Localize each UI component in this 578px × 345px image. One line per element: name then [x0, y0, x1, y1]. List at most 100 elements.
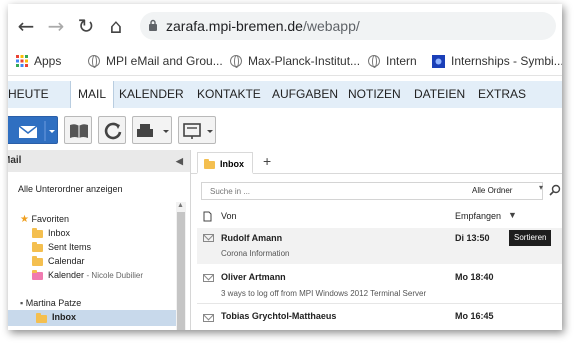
reload-icon[interactable]: ↻	[74, 14, 98, 38]
tab-kalender[interactable]: KALENDER	[119, 81, 184, 108]
favorite-kalender[interactable]: Kalender - Nicole Dubilier	[48, 270, 143, 280]
message-row[interactable]: Oliver Artmann 3 ways to log off from MP…	[197, 266, 562, 304]
print-button[interactable]	[132, 116, 172, 144]
mail-list-panel: Inbox + Alle Ordner ▾ Von Empfangen ▼ Ru…	[190, 150, 562, 330]
message-sender: Tobias Grychtol-Matthaeus	[221, 311, 337, 321]
column-from[interactable]: Von	[221, 211, 237, 221]
search-input[interactable]	[202, 183, 462, 199]
envelope-open-icon	[203, 274, 214, 282]
envelope-open-icon	[203, 234, 214, 242]
tab-extras[interactable]: EXTRAS	[478, 81, 526, 108]
tab-label: DATEIEN	[414, 87, 466, 101]
scope-dropdown-icon[interactable]: ▾	[539, 183, 543, 192]
scroll-up-icon[interactable]: ▲	[177, 202, 184, 209]
favorite-sent-items[interactable]: Sent Items	[48, 242, 91, 252]
favorite-inbox[interactable]: Inbox	[48, 228, 70, 238]
folder-panel: Mail ◀ Alle Unterordner anzeigen ★ Favor…	[8, 150, 190, 330]
url-field[interactable]: zarafa.mpi-bremen.de/webapp/	[140, 12, 556, 40]
collapse-arrow-icon[interactable]: ◀	[176, 150, 183, 172]
print-icon	[137, 124, 169, 137]
bookmark-apps[interactable]: Apps	[16, 54, 61, 68]
message-sender: Rudolf Amann	[221, 233, 283, 243]
store-inbox-selected[interactable]: Inbox	[8, 310, 176, 326]
column-received[interactable]: Empfangen	[455, 211, 501, 221]
forward-arrow-icon[interactable]: →	[44, 14, 68, 38]
search-icon[interactable]	[549, 184, 561, 196]
folder-label: Sent Items	[48, 242, 92, 252]
bookmarks-bar: Apps MPI eMail and Grou... Max-Planck-In…	[8, 48, 562, 76]
folder-owner: - Nicole Dubilier	[86, 271, 144, 280]
tab-aufgaben[interactable]: AUFGABEN	[272, 81, 338, 108]
folder-label: Kalender	[48, 270, 85, 280]
view-mode-button[interactable]	[178, 116, 216, 144]
folder-scrollbar[interactable]: ▲	[176, 202, 186, 330]
lock-icon	[149, 19, 157, 31]
favorites-label: Favoriten	[31, 214, 70, 224]
message-list-header: Von Empfangen ▼	[197, 208, 562, 226]
search-bar: Alle Ordner	[201, 182, 543, 200]
panel-title: Mail	[8, 155, 22, 166]
apps-grid-icon	[16, 55, 28, 67]
message-row[interactable]: Tobias Grychtol-Matthaeus Mo 16:45	[197, 306, 562, 330]
store-martina-patze[interactable]: ▪ Martina Patze	[20, 298, 81, 308]
refresh-icon	[104, 122, 122, 140]
favorite-calendar[interactable]: Calendar	[48, 256, 85, 266]
tab-dateien[interactable]: DATEIEN	[414, 81, 465, 108]
message-date: Mo 18:40	[455, 272, 494, 282]
tooltip-text: Sortieren	[514, 233, 547, 242]
message-subject: Corona Information	[221, 249, 290, 258]
url-text: zarafa.mpi-bremen.de/webapp/	[166, 18, 360, 34]
home-icon[interactable]: ⌂	[104, 14, 128, 38]
add-tab-icon[interactable]: +	[263, 153, 271, 169]
message-subject: 3 ways to log off from MPI Windows 2012 …	[221, 289, 427, 298]
show-subfolders-checkbox[interactable]: Alle Unterordner anzeigen	[18, 184, 123, 194]
folder-panel-header: Mail ◀	[8, 150, 190, 172]
bookmark-mpi-email[interactable]: MPI eMail and Grou...	[88, 54, 223, 68]
tab-label: Inbox	[220, 159, 244, 169]
tab-notizen[interactable]: NOTIZEN	[348, 81, 401, 108]
favorites-group[interactable]: ★ Favoriten	[20, 214, 69, 225]
message-date: Di 13:50	[455, 233, 490, 243]
bookmark-label: Apps	[34, 54, 62, 68]
tab-heute[interactable]: HEUTE	[8, 81, 49, 108]
tab-inbox[interactable]: Inbox	[197, 152, 253, 174]
tab-label: AUFGABEN	[272, 87, 339, 101]
main-navigation: HEUTE MAIL KALENDER KONTAKTE AUFGABEN NO…	[8, 81, 562, 108]
back-arrow-icon[interactable]: ←	[14, 14, 38, 38]
tab-label: KONTAKTE	[197, 87, 261, 101]
user-store-icon: ▪	[20, 298, 24, 308]
bookmark-label: Intern	[386, 54, 417, 68]
bookmark-label: Max-Planck-Institut...	[248, 54, 361, 68]
bookmark-internships[interactable]: Internships - Symbi...	[432, 54, 562, 68]
store-label: Martina Patze	[25, 298, 82, 308]
bookmark-max-planck[interactable]: Max-Planck-Institut...	[230, 54, 360, 68]
browser-address-bar: ← → ↻ ⌂ zarafa.mpi-bremen.de/webapp/	[8, 4, 562, 46]
sort-arrow-icon[interactable]: ▼	[508, 210, 517, 220]
globe-icon	[368, 55, 380, 68]
tab-label: NOTIZEN	[348, 87, 401, 101]
star-icon: ★	[20, 214, 29, 225]
calendar-icon	[32, 256, 43, 266]
message-date: Mo 16:45	[455, 311, 494, 321]
bookmark-intern[interactable]: Intern	[368, 54, 417, 68]
tab-label: KALENDER	[119, 87, 184, 101]
address-book-button[interactable]	[64, 116, 92, 144]
new-mail-icon	[18, 121, 55, 141]
tab-mail[interactable]: MAIL	[70, 81, 115, 108]
document-icon	[203, 211, 212, 222]
bookmark-label: Internships - Symbi...	[451, 54, 562, 68]
message-sender: Oliver Artmann	[221, 272, 286, 282]
bookmark-label: MPI eMail and Grou...	[106, 54, 223, 68]
shared-calendar-icon	[32, 270, 43, 280]
tab-label: EXTRAS	[478, 87, 527, 101]
search-scope-select[interactable]: Alle Ordner	[472, 183, 512, 199]
tab-label: MAIL	[78, 87, 107, 101]
message-row[interactable]: Rudolf Amann Corona Information Di 13:50	[197, 228, 562, 264]
refresh-button[interactable]	[98, 116, 126, 144]
new-mail-button[interactable]	[8, 116, 58, 144]
scrollbar-thumb[interactable]	[177, 212, 185, 330]
reading-pane-icon	[183, 123, 213, 139]
tab-kontakte[interactable]: KONTAKTE	[197, 81, 261, 108]
sort-tooltip: Sortieren	[509, 230, 552, 246]
globe-icon	[88, 55, 100, 68]
